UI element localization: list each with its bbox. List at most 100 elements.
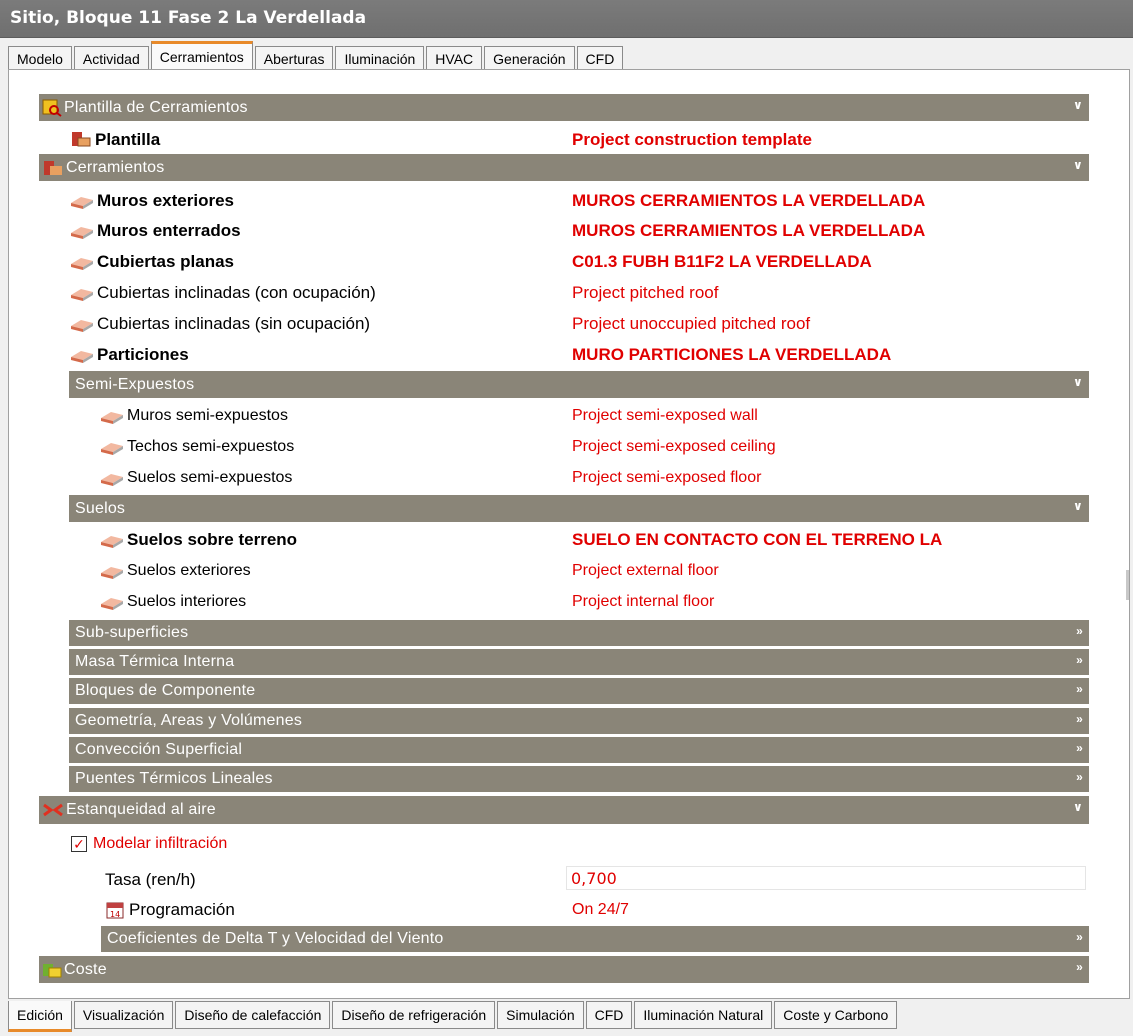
suelos-semi-value[interactable]: Project semi-exposed floor <box>572 463 761 493</box>
slab-icon <box>71 258 93 270</box>
section-estanqueidad-label: Estanqueidad al aire <box>66 801 216 818</box>
tab-edicion[interactable]: Edición <box>8 1001 72 1032</box>
slab-icon <box>101 412 123 424</box>
tab-diseno-calefaccion[interactable]: Diseño de calefacción <box>175 1001 331 1029</box>
tab-simulacion[interactable]: Simulación <box>497 1001 584 1029</box>
cubiertas-inclinadas-con-value[interactable]: Project pitched roof <box>572 278 718 308</box>
suelos-semi-row[interactable]: Suelos semi-expuestos <box>99 463 292 493</box>
expand-icon[interactable]: » <box>1076 741 1083 755</box>
suelos-interiores-value[interactable]: Project internal floor <box>572 587 714 617</box>
tab-hvac[interactable]: HVAC <box>426 46 483 70</box>
programacion-row[interactable]: 14 Programación <box>105 895 235 925</box>
suelos-terreno-value[interactable]: SUELO EN CONTACTO CON EL TERRENO LA <box>572 525 942 555</box>
particiones-label: Particiones <box>97 345 189 364</box>
muros-semi-value[interactable]: Project semi-exposed wall <box>572 401 758 431</box>
tab-iluminacion[interactable]: Iluminación <box>335 46 425 70</box>
modelar-infiltracion-checkbox[interactable]: ✓ <box>71 836 87 852</box>
section-masa-termica[interactable]: Masa Térmica Interna » <box>69 649 1089 675</box>
suelos-exteriores-row[interactable]: Suelos exteriores <box>99 556 251 586</box>
techos-semi-row[interactable]: Techos semi-expuestos <box>99 432 294 462</box>
suelos-terreno-label: Suelos sobre terreno <box>127 530 298 549</box>
expand-icon[interactable]: » <box>1076 653 1083 667</box>
section-semi-expuestos-label: Semi-Expuestos <box>75 375 195 393</box>
section-cerramientos-header[interactable]: Cerramientos ∨ <box>39 154 1089 181</box>
resize-grip[interactable] <box>1126 570 1129 600</box>
section-bloques-label: Bloques de Componente <box>75 682 256 699</box>
bottom-tab-bar: Edición Visualización Diseño de calefacc… <box>8 1001 899 1032</box>
cubiertas-inclinadas-con-row[interactable]: Cubiertas inclinadas (con ocupación) <box>69 278 376 308</box>
section-semi-expuestos-header[interactable]: Semi-Expuestos ∨ <box>69 371 1089 398</box>
section-sub-superficies[interactable]: Sub-superficies » <box>69 620 1089 646</box>
particiones-row[interactable]: Particiones <box>69 340 189 370</box>
expand-icon[interactable]: » <box>1076 770 1083 784</box>
collapse-icon[interactable]: ∨ <box>1073 158 1083 172</box>
plantilla-row[interactable]: Plantilla <box>69 125 160 155</box>
expand-icon[interactable]: » <box>1076 712 1083 726</box>
cubiertas-inclinadas-sin-value[interactable]: Project unoccupied pitched roof <box>572 309 810 339</box>
programacion-value[interactable]: On 24/7 <box>572 895 629 925</box>
tab-actividad[interactable]: Actividad <box>73 46 149 70</box>
plantilla-value[interactable]: Project construction template <box>572 125 812 155</box>
slab-icon <box>101 536 123 548</box>
suelos-semi-label: Suelos semi-expuestos <box>127 469 293 486</box>
slab-icon <box>71 227 93 239</box>
section-suelos-header[interactable]: Suelos ∨ <box>69 495 1089 522</box>
slab-icon <box>71 351 93 363</box>
modelar-infiltracion-row[interactable]: ✓ Modelar infiltración <box>71 829 227 859</box>
techos-semi-value[interactable]: Project semi-exposed ceiling <box>572 432 776 462</box>
title-bar: Sitio, Bloque 11 Fase 2 La Verdellada <box>0 0 1133 38</box>
section-bloques[interactable]: Bloques de Componente » <box>69 678 1089 704</box>
section-geometria[interactable]: Geometría, Areas y Volúmenes » <box>69 708 1089 734</box>
cost-icon <box>43 963 62 977</box>
muros-enterrados-value[interactable]: MUROS CERRAMIENTOS LA VERDELLADA <box>572 216 925 246</box>
tab-generacion[interactable]: Generación <box>484 46 575 70</box>
cubiertas-planas-row[interactable]: Cubiertas planas <box>69 247 234 277</box>
cubiertas-inclinadas-sin-row[interactable]: Cubiertas inclinadas (sin ocupación) <box>69 309 370 339</box>
window-title: Sitio, Bloque 11 Fase 2 La Verdellada <box>10 8 367 28</box>
muros-semi-row[interactable]: Muros semi-expuestos <box>99 401 288 431</box>
tab-coste-carbono[interactable]: Coste y Carbono <box>774 1001 898 1029</box>
collapse-icon[interactable]: ∨ <box>1073 98 1083 112</box>
section-coste-header[interactable]: Coste » <box>39 956 1089 983</box>
collapse-icon[interactable]: ∨ <box>1073 499 1083 513</box>
section-puentes[interactable]: Puentes Térmicos Lineales » <box>69 766 1089 792</box>
expand-icon[interactable]: » <box>1076 624 1083 638</box>
muros-enterrados-row[interactable]: Muros enterrados <box>69 216 241 246</box>
section-estanqueidad-header[interactable]: Estanqueidad al aire ∨ <box>39 796 1089 824</box>
tasa-input[interactable]: 0,700 <box>566 866 1086 890</box>
muros-exteriores-value[interactable]: MUROS CERRAMIENTOS LA VERDELLADA <box>572 186 925 216</box>
airtightness-icon <box>43 803 63 817</box>
section-plantilla-header[interactable]: Plantilla de Cerramientos ∨ <box>39 94 1089 121</box>
slab-icon <box>101 567 123 579</box>
tab-diseno-refrigeracion[interactable]: Diseño de refrigeración <box>332 1001 496 1029</box>
section-puentes-label: Puentes Térmicos Lineales <box>75 770 273 787</box>
cubiertas-inclinadas-sin-label: Cubiertas inclinadas (sin ocupación) <box>97 314 371 333</box>
expand-icon[interactable]: » <box>1076 930 1083 944</box>
tab-visualizacion[interactable]: Visualización <box>73 1001 174 1029</box>
tab-iluminacion-natural[interactable]: Iluminación Natural <box>634 1001 773 1029</box>
tab-modelo[interactable]: Modelo <box>8 46 72 70</box>
cubiertas-inclinadas-con-label: Cubiertas inclinadas (con ocupación) <box>97 283 376 302</box>
slab-icon <box>101 474 123 486</box>
tab-cerramientos[interactable]: Cerramientos <box>150 41 253 70</box>
tab-cfd-bottom[interactable]: CFD <box>585 1001 633 1029</box>
cubiertas-planas-value[interactable]: C01.3 FUBH B11F2 LA VERDELLADA <box>572 247 872 277</box>
section-suelos-label: Suelos <box>75 499 126 517</box>
section-conveccion-label: Convección Superficial <box>75 741 243 758</box>
particiones-value[interactable]: MURO PARTICIONES LA VERDELLADA <box>572 340 891 370</box>
muros-exteriores-label: Muros exteriores <box>97 191 234 210</box>
collapse-icon[interactable]: ∨ <box>1073 800 1083 814</box>
suelos-exteriores-value[interactable]: Project external floor <box>572 556 719 586</box>
expand-icon[interactable]: » <box>1076 682 1083 696</box>
muros-exteriores-row[interactable]: Muros exteriores <box>69 186 234 216</box>
suelos-interiores-row[interactable]: Suelos interiores <box>99 587 246 617</box>
section-coeficientes[interactable]: Coeficientes de Delta T y Velocidad del … <box>101 926 1089 952</box>
suelos-terreno-row[interactable]: Suelos sobre terreno <box>99 525 297 555</box>
suelos-exteriores-label: Suelos exteriores <box>127 562 251 579</box>
calendar-icon: 14 <box>106 902 124 919</box>
tab-cfd[interactable]: CFD <box>576 46 624 70</box>
collapse-icon[interactable]: ∨ <box>1073 375 1083 389</box>
section-conveccion[interactable]: Convección Superficial » <box>69 737 1089 763</box>
expand-icon[interactable]: » <box>1076 960 1083 974</box>
tab-aberturas[interactable]: Aberturas <box>254 46 334 70</box>
